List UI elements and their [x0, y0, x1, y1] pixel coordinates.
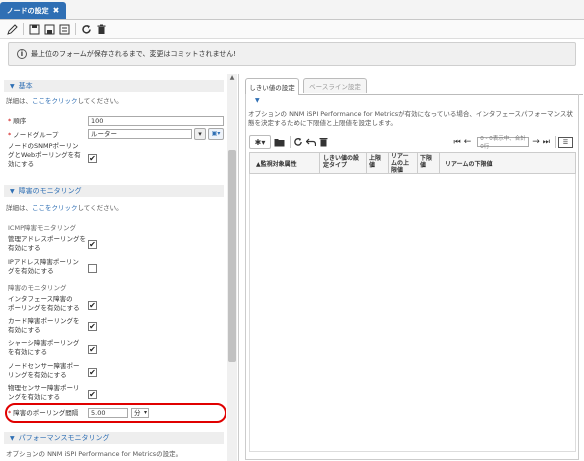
collapse-arrow-icon: ▼	[10, 82, 15, 90]
chassis-fault-label: シャーシ障害ポーリング を有効にする	[8, 339, 80, 356]
col-header-threshold-type[interactable]: しきい値の設 定タイプ	[323, 155, 359, 169]
tab-baseline-settings[interactable]: ベースライン設定	[303, 78, 367, 93]
interface-fault-checkbox[interactable]: ✔	[88, 301, 97, 310]
nodegroup-label: * ノードグループ	[8, 131, 59, 139]
toolbar-separator	[23, 23, 24, 35]
edit-icon[interactable]	[6, 23, 19, 36]
scrollbar-thumb[interactable]	[228, 150, 236, 362]
last-page-icon[interactable]: ⏭	[543, 136, 550, 148]
section-title-performance: パフォーマンスモニタリング	[18, 434, 110, 442]
column-divider	[388, 153, 389, 173]
column-divider	[439, 153, 440, 173]
toolbar-separator	[290, 136, 291, 148]
col-header-attribute[interactable]: ▲監視対象属性	[256, 161, 297, 168]
help-link[interactable]: ここをクリック	[32, 97, 78, 105]
snmp-label: ノードのSNMPポーリン グとWebポーリングを有 効にする	[8, 142, 81, 168]
open-folder-icon[interactable]	[274, 136, 285, 148]
grid-toolbar: ✱▾ ⏮ ← 0 - 0表示中、合計0行 → ⏭ ☰	[249, 135, 576, 150]
snmp-checkbox[interactable]: ✔	[88, 154, 97, 163]
left-form-panel: ▼ 基本 詳細は、ここをクリックしてください。 * 順序 100 * ノードグループ…	[0, 74, 239, 461]
card-fault-label: カード障害ポーリングを 有効にする	[8, 317, 80, 334]
table-body	[249, 174, 576, 452]
banner-text: 最上位のフォームが保存されるまで、変更はコミットされません!	[31, 50, 237, 58]
fault-group-label: 障害のモニタリング	[8, 284, 67, 292]
info-icon: i	[17, 49, 27, 59]
close-icon[interactable]: ✖	[53, 6, 60, 15]
threshold-description: オプションの NNM iSPI Performance for Metricsが…	[248, 110, 573, 127]
toolbar	[0, 20, 584, 39]
collapse-arrow-icon[interactable]: ▼	[255, 97, 260, 104]
quick-find-icon[interactable]: ▣▾	[208, 128, 224, 140]
icmp-group-label: ICMP障害モニタリング	[8, 224, 76, 232]
column-settings-icon[interactable]: ☰	[558, 136, 573, 148]
refresh-icon[interactable]	[293, 136, 303, 148]
tab-threshold-settings[interactable]: しきい値の設定	[245, 78, 299, 95]
order-label: * 順序	[8, 117, 27, 125]
column-divider	[417, 153, 418, 173]
save-new-icon[interactable]	[58, 23, 71, 36]
help-text-fault: 詳細は、ここをクリックしてください。	[6, 202, 123, 212]
column-divider	[366, 153, 367, 173]
form-content: ▼ 基本 詳細は、ここをクリックしてください。 * 順序 100 * ノードグループ…	[0, 74, 226, 461]
col-header-lower[interactable]: 下限値	[420, 155, 432, 169]
save-close-icon[interactable]	[43, 23, 56, 36]
table-header: ▲監視対象属性 しきい値の設 定タイプ 上限値 リアー ムの上 限値 下限値 リアーム…	[249, 152, 576, 174]
interface-fault-label: インタフェース障害の ポーリングを有効にする	[8, 295, 80, 312]
tab-bar: ノードの設定 ✖	[0, 0, 584, 20]
right-tab-strip: しきい値の設定 ベースライン設定	[245, 78, 583, 95]
section-title-fault: 障害のモニタリング	[18, 187, 82, 195]
toolbar-separator	[75, 23, 76, 35]
col-header-upper-rearm[interactable]: リアー ムの上 限値	[391, 153, 409, 174]
toolbar-separator	[555, 136, 556, 148]
nodegroup-input[interactable]: ルーター	[88, 129, 192, 139]
new-menu-icon[interactable]: ✱▾	[249, 135, 271, 149]
mgmt-address-label: 管理アドレスポーリングを 有効にする	[8, 235, 86, 252]
column-divider	[319, 153, 320, 173]
mgmt-address-checkbox[interactable]: ✔	[88, 240, 97, 249]
help-suffix: してください。	[77, 97, 123, 105]
delete-icon[interactable]	[95, 23, 108, 36]
card-fault-checkbox[interactable]: ✔	[88, 322, 97, 331]
help-suffix: してください。	[77, 204, 123, 212]
next-page-icon[interactable]: →	[532, 136, 540, 148]
lookup-icon[interactable]: ▾	[194, 128, 206, 140]
col-header-lower-rearm[interactable]: リアームの下限値	[445, 161, 492, 168]
tab-node-settings[interactable]: ノードの設定 ✖	[0, 2, 66, 19]
node-sensor-label: ノードセンサー障害ポー リングを有効にする	[8, 362, 80, 379]
collapse-arrow-icon: ▼	[10, 187, 15, 195]
help-prefix: 詳細は、	[6, 97, 32, 105]
highlight-oval	[5, 403, 226, 423]
chassis-fault-checkbox[interactable]: ✔	[88, 345, 97, 354]
section-title-basic: 基本	[18, 82, 33, 90]
first-page-icon[interactable]: ⏮	[454, 136, 461, 148]
scroll-up-icon[interactable]: ▲	[227, 74, 237, 84]
physical-sensor-checkbox[interactable]: ✔	[88, 390, 97, 399]
page-range-input[interactable]: 0 - 0表示中、合計0行	[477, 136, 530, 150]
col-header-upper[interactable]: 上限値	[369, 155, 381, 169]
ip-address-label: IPアドレス障害ポーリン グを有効にする	[8, 258, 79, 275]
previous-page-icon[interactable]: ←	[464, 136, 472, 148]
tab-title: ノードの設定	[6, 6, 49, 15]
undo-icon[interactable]	[306, 136, 316, 148]
section-header-fault[interactable]: ▼ 障害のモニタリング	[4, 185, 224, 197]
save-icon[interactable]	[28, 23, 41, 36]
info-banner: i 最上位のフォームが保存されるまで、変更はコミットされません!	[8, 42, 576, 66]
physical-sensor-label: 物理センサー障害ポーリ ングを有効にする	[8, 384, 80, 401]
help-link[interactable]: ここをクリック	[32, 204, 78, 212]
help-text-performance: オプションの NNM iSPI Performance for Metricsの…	[6, 450, 183, 458]
section-header-performance[interactable]: ▼ パフォーマンスモニタリング	[4, 432, 224, 444]
refresh-icon[interactable]	[80, 23, 93, 36]
delete-icon[interactable]	[319, 136, 328, 148]
collapse-arrow-icon: ▼	[10, 434, 15, 442]
order-input[interactable]: 100	[88, 116, 224, 126]
help-text-basic: 詳細は、ここをクリックしてください。	[6, 95, 123, 105]
ip-address-checkbox[interactable]	[88, 264, 97, 273]
node-sensor-checkbox[interactable]: ✔	[88, 368, 97, 377]
help-prefix: 詳細は、	[6, 204, 32, 212]
section-header-basic[interactable]: ▼ 基本	[4, 80, 224, 92]
